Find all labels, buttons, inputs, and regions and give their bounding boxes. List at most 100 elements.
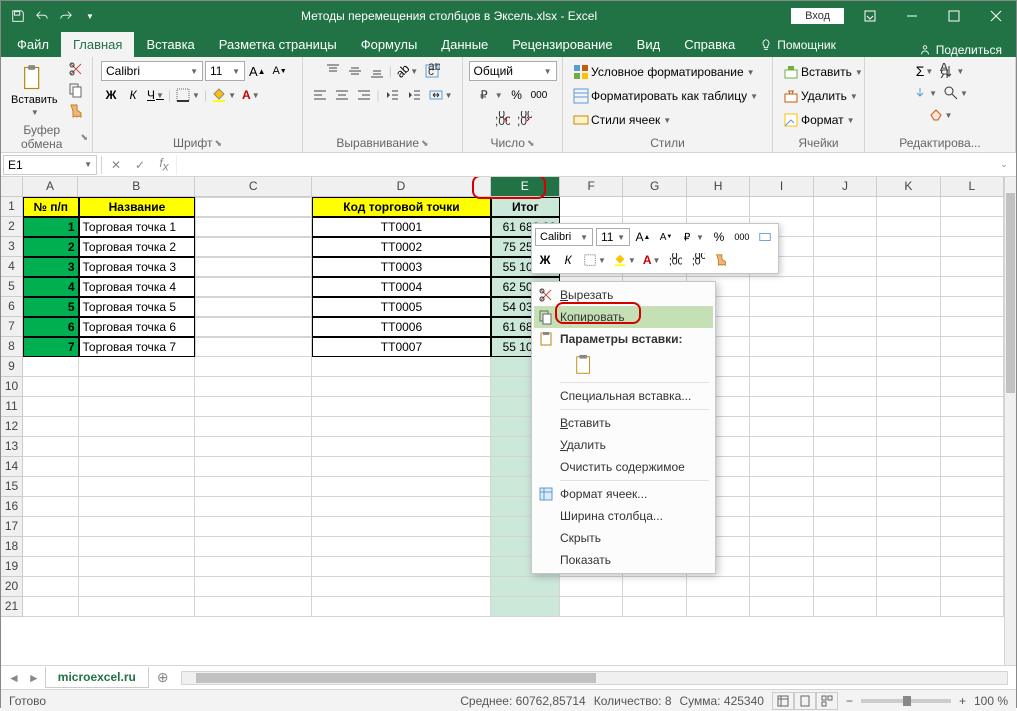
cell[interactable] — [877, 197, 940, 217]
autosum-icon[interactable]: Σ▼ — [914, 61, 936, 81]
cell[interactable] — [941, 397, 1004, 417]
cell[interactable] — [750, 377, 813, 397]
insert-cells-button[interactable]: Вставить▼ — [781, 61, 865, 83]
row-header-10[interactable]: 10 — [1, 377, 23, 397]
cell[interactable] — [23, 537, 79, 557]
tab-insert[interactable]: Вставка — [134, 32, 206, 57]
increase-font-icon[interactable]: A▲ — [247, 61, 268, 81]
cell[interactable] — [814, 557, 877, 577]
row-header-1[interactable]: 1 — [1, 197, 23, 217]
cell[interactable] — [814, 437, 877, 457]
row-header-21[interactable]: 21 — [1, 597, 23, 617]
zoom-in-icon[interactable]: + — [959, 694, 966, 708]
save-icon[interactable] — [7, 5, 29, 27]
cell[interactable] — [195, 257, 312, 277]
cell[interactable] — [312, 457, 490, 477]
row-header-7[interactable]: 7 — [1, 317, 23, 337]
cell[interactable] — [941, 377, 1004, 397]
cell[interactable]: 3 — [23, 257, 79, 277]
cell[interactable] — [312, 557, 490, 577]
normal-view-icon[interactable] — [772, 692, 794, 710]
cell[interactable] — [941, 477, 1004, 497]
row-header-12[interactable]: 12 — [1, 417, 23, 437]
cell[interactable] — [750, 477, 813, 497]
cell[interactable] — [941, 217, 1004, 237]
delete-cells-button[interactable]: Удалить▼ — [781, 85, 860, 107]
decrease-font-icon[interactable]: A▼ — [270, 61, 290, 81]
tab-home[interactable]: Главная — [61, 32, 134, 57]
cell[interactable] — [79, 477, 196, 497]
cell[interactable] — [687, 597, 750, 617]
mt-merge-icon[interactable] — [755, 227, 775, 247]
cell[interactable] — [195, 317, 312, 337]
cell[interactable] — [750, 597, 813, 617]
cell[interactable] — [79, 457, 196, 477]
sign-in-button[interactable]: Вход — [791, 8, 844, 24]
cell[interactable] — [941, 317, 1004, 337]
number-format-combo[interactable]: Общий▼ — [469, 61, 557, 81]
column-header-K[interactable]: K — [877, 177, 940, 197]
cell[interactable]: Торговая точка 1 — [79, 217, 196, 237]
redo-icon[interactable] — [55, 5, 77, 27]
cell[interactable] — [814, 257, 877, 277]
row-header-8[interactable]: 8 — [1, 337, 23, 357]
vertical-scrollbar[interactable] — [1004, 177, 1016, 665]
cell[interactable] — [941, 257, 1004, 277]
row-header-4[interactable]: 4 — [1, 257, 23, 277]
clipboard-launcher-icon[interactable]: ⬊ — [80, 132, 88, 143]
minimize-button[interactable] — [892, 2, 932, 30]
decrease-indent-icon[interactable] — [382, 85, 402, 105]
cell[interactable] — [877, 457, 940, 477]
cell[interactable] — [491, 577, 560, 597]
cell[interactable] — [941, 437, 1004, 457]
cell[interactable] — [195, 377, 312, 397]
tab-help[interactable]: Справка — [672, 32, 747, 57]
align-middle-icon[interactable] — [345, 61, 365, 81]
cell[interactable] — [23, 377, 79, 397]
cell[interactable] — [877, 317, 940, 337]
cancel-formula-icon[interactable]: ✕ — [104, 155, 128, 175]
cell[interactable] — [814, 537, 877, 557]
cell[interactable] — [877, 537, 940, 557]
cell[interactable] — [79, 577, 196, 597]
ctx-hide[interactable]: Скрыть — [534, 527, 713, 549]
cell[interactable] — [877, 397, 940, 417]
cell[interactable] — [814, 237, 877, 257]
cell[interactable] — [79, 537, 196, 557]
column-header-G[interactable]: G — [623, 177, 686, 197]
cell[interactable]: ТТ0005 — [312, 297, 490, 317]
cell[interactable] — [877, 557, 940, 577]
cell[interactable] — [941, 277, 1004, 297]
cell[interactable] — [941, 457, 1004, 477]
mt-font-combo[interactable]: Calibri▼ — [535, 228, 593, 246]
enter-formula-icon[interactable]: ✓ — [128, 155, 152, 175]
page-layout-view-icon[interactable] — [794, 692, 816, 710]
cell[interactable] — [195, 197, 312, 217]
cell[interactable] — [750, 397, 813, 417]
cell[interactable] — [195, 557, 312, 577]
cell[interactable] — [195, 277, 312, 297]
percent-icon[interactable]: % — [507, 85, 527, 105]
cell[interactable] — [814, 397, 877, 417]
cut-icon[interactable] — [66, 59, 86, 79]
zoom-slider[interactable] — [861, 699, 951, 703]
cell[interactable]: 5 — [23, 297, 79, 317]
cell[interactable]: 2 — [23, 237, 79, 257]
cell[interactable] — [750, 197, 813, 217]
cell[interactable] — [312, 497, 490, 517]
cell[interactable] — [877, 597, 940, 617]
cell[interactable] — [814, 357, 877, 377]
fill-icon[interactable]: ▼ — [910, 83, 939, 103]
horizontal-scrollbar[interactable] — [181, 671, 1008, 685]
align-bottom-icon[interactable] — [367, 61, 387, 81]
cell[interactable] — [814, 317, 877, 337]
tab-page-layout[interactable]: Разметка страницы — [207, 32, 349, 57]
cell[interactable]: Название — [79, 197, 196, 217]
cell[interactable]: 7 — [23, 337, 79, 357]
increase-indent-icon[interactable] — [404, 85, 424, 105]
cell[interactable]: Торговая точка 4 — [79, 277, 196, 297]
tab-review[interactable]: Рецензирование — [500, 32, 624, 57]
expand-formula-bar-icon[interactable]: ⌄ — [992, 155, 1016, 175]
cell[interactable] — [877, 277, 940, 297]
column-header-F[interactable]: F — [560, 177, 623, 197]
